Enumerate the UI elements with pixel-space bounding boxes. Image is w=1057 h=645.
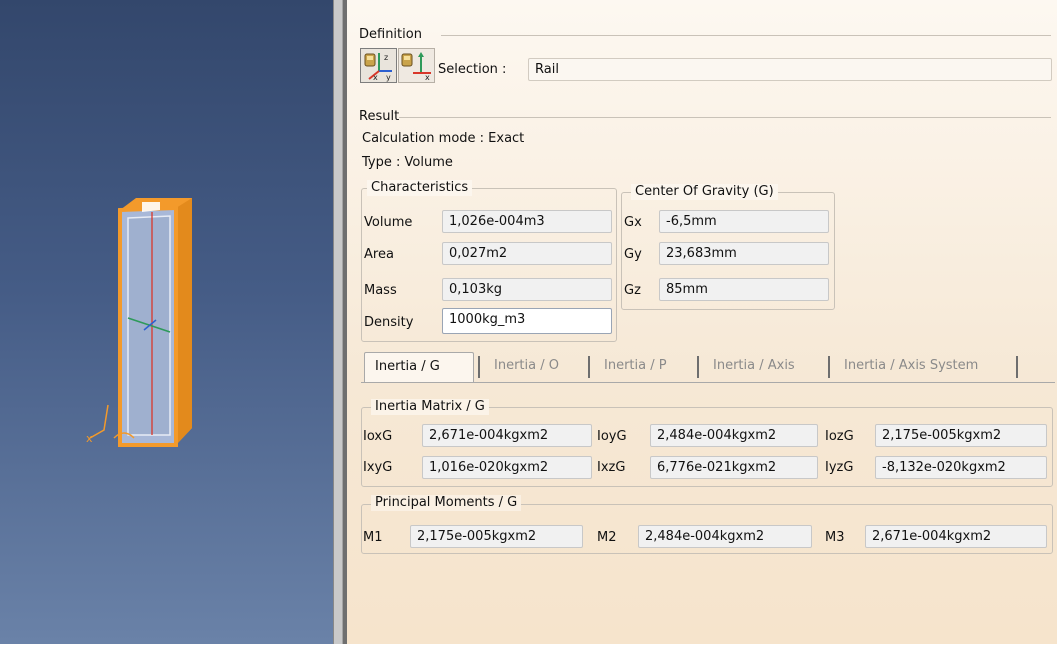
svg-text:z: z bbox=[384, 53, 388, 62]
tab-separator bbox=[478, 356, 480, 378]
inertia-matrix-title: Inertia Matrix / G bbox=[371, 399, 489, 415]
tab-inertia-axis[interactable]: Inertia / Axis bbox=[703, 352, 827, 382]
m3-field[interactable]: 2,671e-004kgxm2 bbox=[865, 525, 1047, 548]
ioyg-field[interactable]: 2,484e-004kgxm2 bbox=[650, 424, 818, 447]
splitter[interactable] bbox=[333, 0, 343, 644]
measure-with-axis-icon: x bbox=[401, 52, 431, 82]
type-label: Type : Volume bbox=[362, 155, 453, 170]
iyzg-label: IyzG bbox=[825, 460, 854, 475]
selection-field[interactable]: Rail bbox=[528, 58, 1052, 81]
gx-field[interactable]: -6,5mm bbox=[659, 210, 829, 233]
iyzg-field[interactable]: -8,132e-020kgxm2 bbox=[875, 456, 1047, 479]
svg-text:y: y bbox=[386, 73, 391, 82]
tab-separator bbox=[588, 356, 590, 378]
selection-label: Selection : bbox=[438, 62, 507, 77]
svg-text:x: x bbox=[425, 73, 430, 82]
iozg-label: IozG bbox=[825, 429, 854, 444]
result-divider bbox=[399, 117, 1051, 118]
m1-field[interactable]: 2,175e-005kgxm2 bbox=[410, 525, 583, 548]
gz-label: Gz bbox=[624, 283, 641, 298]
ixzg-field[interactable]: 6,776e-021kgxm2 bbox=[650, 456, 818, 479]
svg-text:x: x bbox=[373, 73, 378, 82]
tab-inertia-g[interactable]: Inertia / G bbox=[364, 352, 474, 382]
definition-divider bbox=[441, 35, 1051, 36]
ioxg-label: IoxG bbox=[363, 429, 393, 444]
iozg-field[interactable]: 2,175e-005kgxm2 bbox=[875, 424, 1047, 447]
tab-separator bbox=[1016, 356, 1018, 378]
ioxg-field[interactable]: 2,671e-004kgxm2 bbox=[422, 424, 592, 447]
measure-with-axis-button[interactable]: x bbox=[398, 48, 435, 83]
measure-inertia-panel: Definition z y x x Selection : Rail Resu… bbox=[347, 0, 1057, 644]
tab-inertia-p[interactable]: Inertia / P bbox=[594, 352, 696, 382]
ixyg-field[interactable]: 1,016e-020kgxm2 bbox=[422, 456, 592, 479]
svg-text:x: x bbox=[86, 432, 93, 445]
ixyg-label: IxyG bbox=[363, 460, 393, 475]
m1-label: M1 bbox=[363, 530, 383, 545]
gy-field[interactable]: 23,683mm bbox=[659, 242, 829, 265]
gz-field[interactable]: 85mm bbox=[659, 278, 829, 301]
3d-viewport[interactable]: x bbox=[0, 0, 333, 644]
area-label: Area bbox=[364, 247, 394, 262]
mass-field[interactable]: 0,103kg bbox=[442, 278, 612, 301]
ixzg-label: IxzG bbox=[597, 460, 626, 475]
measure-item-button[interactable]: z y x bbox=[360, 48, 397, 83]
m2-field[interactable]: 2,484e-004kgxm2 bbox=[638, 525, 812, 548]
density-input[interactable]: 1000kg_m3 bbox=[442, 308, 612, 334]
density-label: Density bbox=[364, 315, 414, 330]
mass-label: Mass bbox=[364, 283, 397, 298]
calculation-mode: Calculation mode : Exact bbox=[362, 131, 525, 146]
tab-inertia-axis-system[interactable]: Inertia / Axis System bbox=[834, 352, 1010, 382]
volume-field[interactable]: 1,026e-004m3 bbox=[442, 210, 612, 233]
rail-part-icon[interactable]: x bbox=[80, 190, 200, 460]
gx-label: Gx bbox=[624, 215, 642, 230]
cog-title: Center Of Gravity (G) bbox=[631, 184, 778, 200]
characteristics-title: Characteristics bbox=[367, 180, 473, 196]
m3-label: M3 bbox=[825, 530, 845, 545]
area-field[interactable]: 0,027m2 bbox=[442, 242, 612, 265]
tab-separator bbox=[828, 356, 830, 378]
ioyg-label: IoyG bbox=[597, 429, 627, 444]
definition-title: Definition bbox=[359, 27, 422, 42]
gy-label: Gy bbox=[624, 247, 642, 262]
principal-moments-title: Principal Moments / G bbox=[371, 495, 522, 511]
measure-item-icon: z y x bbox=[364, 53, 392, 82]
tab-inertia-o[interactable]: Inertia / O bbox=[484, 352, 586, 382]
volume-label: Volume bbox=[364, 215, 413, 230]
result-title: Result bbox=[359, 109, 400, 124]
tab-separator bbox=[697, 356, 699, 378]
m2-label: M2 bbox=[597, 530, 617, 545]
